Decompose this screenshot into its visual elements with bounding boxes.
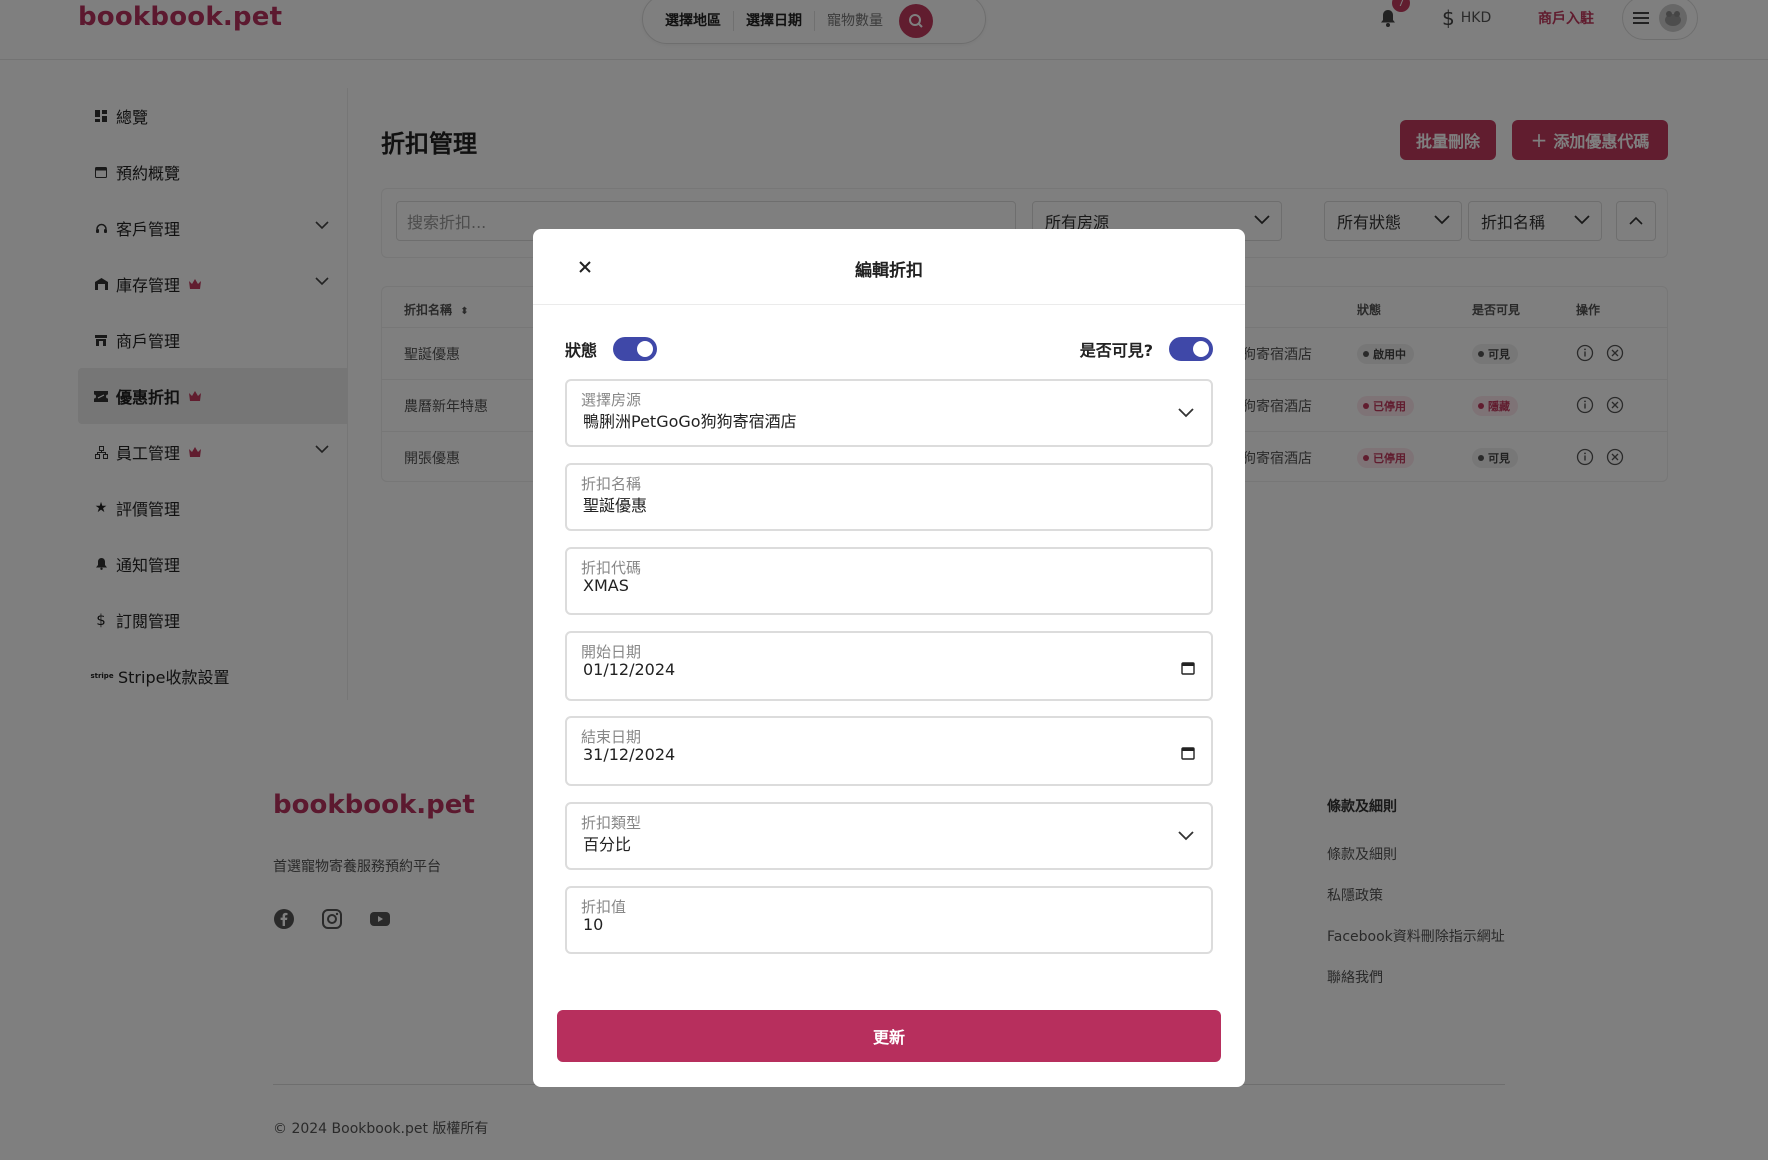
visible-toggle-row: 是否可見? bbox=[1080, 336, 1213, 362]
start-date-field[interactable]: 開始日期 01/12/2024 bbox=[565, 631, 1213, 701]
modal-title: 編輯折扣 bbox=[855, 261, 923, 281]
discount-code-label: 折扣代碼 bbox=[581, 559, 642, 577]
discount-name-label: 折扣名稱 bbox=[581, 475, 642, 493]
discount-value-label: 折扣值 bbox=[581, 898, 627, 916]
property-select[interactable]: 選擇房源 鴨脷洲PetGoGo狗狗寄宿酒店 bbox=[565, 379, 1213, 447]
discount-code-field[interactable]: 折扣代碼 XMAS bbox=[565, 547, 1213, 615]
modal-header: 編輯折扣 bbox=[533, 229, 1245, 305]
visible-toggle-label: 是否可見? bbox=[1079, 341, 1153, 360]
property-select-label: 選擇房源 bbox=[581, 391, 642, 409]
status-toggle-row: 狀態 bbox=[565, 336, 658, 362]
status-toggle[interactable] bbox=[613, 337, 658, 361]
start-date-label: 開始日期 bbox=[581, 643, 642, 661]
discount-name-value: 聖誕優惠 bbox=[583, 496, 648, 515]
discount-code-value: XMAS bbox=[583, 576, 629, 595]
property-select-value: 鴨脷洲PetGoGo狗狗寄宿酒店 bbox=[583, 412, 797, 431]
update-button[interactable]: 更新 bbox=[557, 1010, 1221, 1062]
chevron-down-icon bbox=[1178, 408, 1194, 418]
calendar-icon[interactable] bbox=[1181, 661, 1195, 675]
end-date-value: 31/12/2024 bbox=[583, 745, 676, 764]
discount-name-field[interactable]: 折扣名稱 聖誕優惠 bbox=[565, 463, 1213, 531]
discount-value-field[interactable]: 折扣值 10 bbox=[565, 886, 1213, 954]
discount-value-value: 10 bbox=[583, 915, 604, 934]
status-toggle-label: 狀態 bbox=[565, 341, 598, 360]
end-date-field[interactable]: 結束日期 31/12/2024 bbox=[565, 716, 1213, 786]
discount-type-label: 折扣類型 bbox=[581, 814, 642, 832]
discount-type-select[interactable]: 折扣類型 百分比 bbox=[565, 802, 1213, 870]
end-date-label: 結束日期 bbox=[581, 728, 642, 746]
chevron-down-icon bbox=[1178, 831, 1194, 841]
discount-type-value: 百分比 bbox=[583, 835, 632, 854]
visible-toggle[interactable] bbox=[1169, 337, 1213, 361]
calendar-icon[interactable] bbox=[1181, 746, 1195, 760]
start-date-value: 01/12/2024 bbox=[583, 660, 676, 679]
edit-discount-modal: 編輯折扣 狀態 是否可見? 選擇房源 鴨脷洲PetGoGo狗狗寄宿酒店 折扣名稱… bbox=[533, 229, 1245, 1087]
